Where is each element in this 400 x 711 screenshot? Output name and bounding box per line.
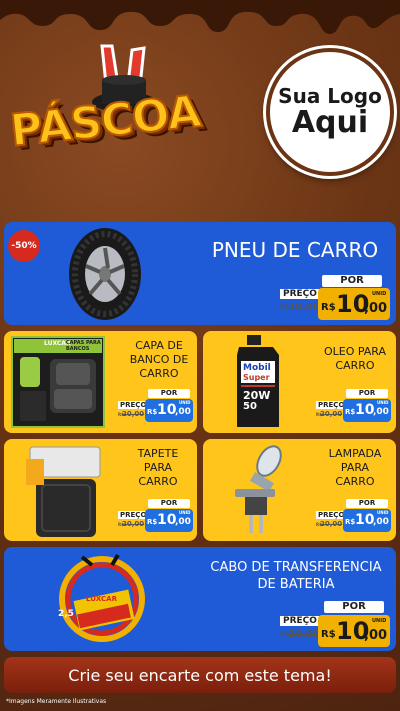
- unit-label: UNID: [372, 291, 387, 297]
- price-decimal: ,00: [364, 301, 388, 316]
- por-label: POR: [148, 499, 190, 508]
- currency: R$: [147, 518, 158, 526]
- oil-grade-line2: 50: [243, 401, 257, 412]
- old-price: 20,00: [320, 520, 343, 528]
- product-name: TAPETE PARA CARRO: [120, 447, 196, 489]
- price-decimal: ,00: [175, 517, 191, 527]
- price-decimal: ,00: [373, 517, 389, 527]
- product-name-line: DE BATERIA: [257, 577, 335, 592]
- price-integer: 10: [157, 402, 177, 418]
- product-name-line: CARRO: [335, 475, 375, 488]
- bulb-image: [235, 445, 282, 533]
- por-label: POR: [324, 601, 384, 613]
- product-name-line: CABO DE TRANSFERENCIA: [210, 560, 382, 575]
- old-price: 20,00: [288, 629, 320, 640]
- product-name-line: CARRO: [139, 367, 179, 380]
- title: PÁSCOA: [7, 85, 204, 158]
- product-name: CAPA DE BANCO DE CARRO: [122, 339, 196, 381]
- product-name-line: OLEO PARA: [323, 345, 387, 358]
- product-name-line: CARRO: [335, 359, 375, 372]
- preco-label: PREÇO: [316, 511, 347, 519]
- currency: R$: [345, 408, 356, 416]
- currency: R$: [147, 408, 158, 416]
- new-price: R$ 10 ,00 UNID: [145, 399, 193, 422]
- preco-label: PREÇO: [118, 511, 149, 519]
- new-price: R$ 10 ,00 UNID: [318, 615, 390, 647]
- por-label: POR: [346, 499, 388, 508]
- product-name-line: CAPA DE: [135, 339, 183, 352]
- logo-line-2: Aqui: [291, 105, 369, 140]
- cta-banner[interactable]: Crie seu encarte com este tema!: [4, 657, 396, 693]
- product-name-line: PARA: [143, 461, 173, 474]
- old-price: 20,00: [288, 302, 320, 313]
- unit-label: UNID: [179, 400, 191, 405]
- flyer: PÁSCOA Sua Logo Aqui PNEU DE CARRO -50% …: [0, 0, 400, 711]
- price-integer: 10: [157, 512, 177, 528]
- disclaimer: *Imagens Meramente Ilustrativas: [6, 698, 107, 705]
- new-price: R$ 10 ,00 UNID: [318, 288, 390, 320]
- preco-label: PREÇO: [118, 401, 149, 409]
- price-tag: POR PREÇO R$ 20,00 R$ 10 ,00 UNID: [316, 389, 392, 425]
- cable-brand: LUXCAR: [86, 595, 117, 603]
- header: PÁSCOA Sua Logo Aqui: [0, 0, 400, 212]
- price-tag: POR PREÇO R$ 20,00 R$ 10 ,00 UNID: [118, 499, 194, 535]
- currency: R$: [321, 629, 336, 640]
- price-decimal: ,00: [175, 407, 191, 417]
- unit-label: UNID: [377, 510, 389, 515]
- unit-label: UNID: [377, 400, 389, 405]
- logo-line-1: Sua Logo: [278, 84, 382, 108]
- product-name: OLEO PARA CARRO: [317, 345, 393, 373]
- product-name-line: BANCO DE: [129, 353, 189, 366]
- por-label: POR: [148, 389, 190, 398]
- price-decimal: ,00: [364, 628, 388, 643]
- currency: R$: [321, 302, 336, 313]
- por-label: POR: [322, 275, 382, 287]
- unit-label: UNID: [372, 618, 387, 624]
- product-name: PNEU DE CARRO: [211, 238, 379, 262]
- new-price: R$ 10 ,00 UNID: [343, 399, 391, 422]
- logo-placeholder: Sua Logo Aqui: [266, 48, 394, 176]
- preco-label: PREÇO: [280, 616, 320, 626]
- cable-size: 2,5: [58, 609, 74, 619]
- old-price: 20,00: [122, 520, 145, 528]
- oil-brand: Mobil: [243, 363, 271, 373]
- price-decimal: ,00: [373, 407, 389, 417]
- oil-bottle-image: [237, 335, 279, 427]
- product-name-line: CARRO: [138, 475, 178, 488]
- floor-mat-image: [26, 446, 101, 537]
- discount-badge: -50%: [8, 230, 40, 262]
- price-integer: 10: [355, 402, 375, 418]
- seat-cover-premium: PREMIUM: [18, 353, 45, 359]
- product-name: CABO DE TRANSFERENCIA DE BATERIA: [198, 559, 394, 593]
- price-tag: POR PREÇO R$ 20,00 R$ 10 ,00 UNID: [316, 499, 392, 535]
- currency: R$: [345, 518, 356, 526]
- price-tag: POR PREÇO R$ 20,00 R$ 10 ,00 UNID: [280, 273, 392, 321]
- new-price: R$ 10 ,00 UNID: [343, 509, 391, 532]
- oil-brand-line2: Super: [243, 373, 270, 382]
- old-price: 20,00: [320, 410, 343, 418]
- product-name: LAMPADA PARA CARRO: [317, 447, 393, 489]
- price-tag: POR PREÇO R$ 20,00 R$ 10 ,00 UNID: [280, 599, 392, 647]
- por-label: POR: [346, 389, 388, 398]
- price-integer: 10: [355, 512, 375, 528]
- preco-label: PREÇO: [280, 289, 320, 299]
- seat-cover-label: CAPAS PARA BANCOS: [66, 340, 101, 352]
- product-name-line: PARA: [340, 461, 370, 474]
- price-tag: POR PREÇO R$ 20,00 R$ 10 ,00 UNID: [118, 389, 194, 425]
- old-price: 20,00: [122, 410, 145, 418]
- preco-label: PREÇO: [316, 401, 347, 409]
- product-name-line: TAPETE: [137, 447, 179, 460]
- product-name-line: LAMPADA: [328, 447, 382, 460]
- tire-image: [69, 228, 141, 320]
- unit-label: UNID: [179, 510, 191, 515]
- new-price: R$ 10 ,00 UNID: [145, 509, 193, 532]
